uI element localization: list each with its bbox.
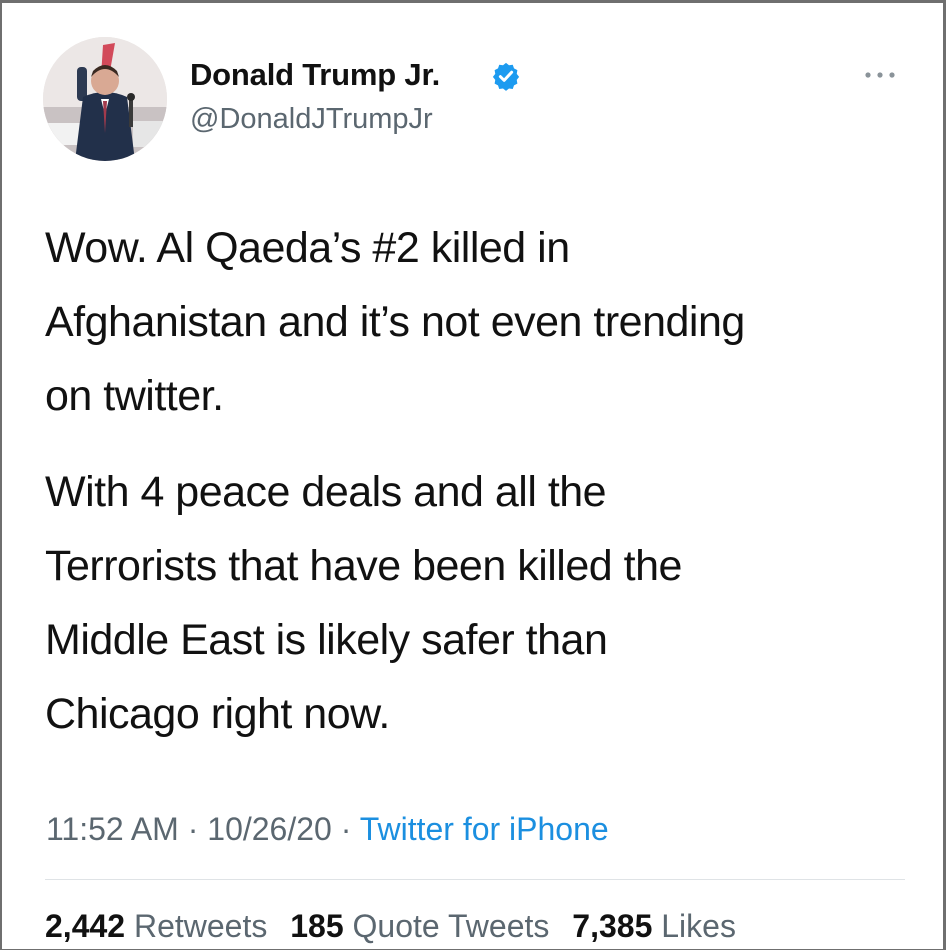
avatar[interactable] — [43, 37, 167, 161]
likes-label: Likes — [661, 908, 736, 944]
tweet-stats: 2,442 Retweets 185 Quote Tweets 7,385 Li… — [45, 908, 750, 945]
tweet-card: Donald Trump Jr. @DonaldJTrumpJr Wow. Al… — [0, 0, 946, 950]
display-name[interactable]: Donald Trump Jr. — [190, 57, 440, 93]
quote-tweets-stat[interactable]: 185 Quote Tweets — [290, 908, 549, 944]
retweets-count: 2,442 — [45, 908, 126, 944]
meta-separator: · — [178, 811, 208, 847]
user-handle[interactable]: @DonaldJTrumpJr — [190, 103, 433, 136]
quote-tweets-label: Quote Tweets — [352, 908, 550, 944]
likes-stat[interactable]: 7,385 Likes — [572, 908, 736, 944]
tweet-time[interactable]: 11:52 AM — [46, 811, 179, 847]
retweets-label: Retweets — [133, 908, 268, 944]
divider — [45, 879, 905, 880]
tweet-text-paragraph-1: Wow. Al Qaeda’s #2 killed in Afghanistan… — [45, 224, 745, 420]
likes-count: 7,385 — [572, 908, 653, 944]
tweet-source-link[interactable]: Twitter for iPhone — [360, 811, 609, 847]
verified-badge-icon — [492, 62, 520, 91]
meta-separator: · — [331, 811, 360, 847]
tweet-meta: 11:52 AM · 10/26/20 · Twitter for iPhone — [46, 811, 609, 848]
quote-tweets-count: 185 — [290, 908, 344, 944]
tweet-text-paragraph-2: With 4 peace deals and all the Terrorist… — [45, 468, 682, 738]
retweets-stat[interactable]: 2,442 Retweets — [45, 908, 267, 944]
tweet-date[interactable]: 10/26/20 — [207, 811, 332, 847]
profile-photo — [43, 37, 167, 161]
more-options-icon[interactable] — [860, 63, 900, 87]
